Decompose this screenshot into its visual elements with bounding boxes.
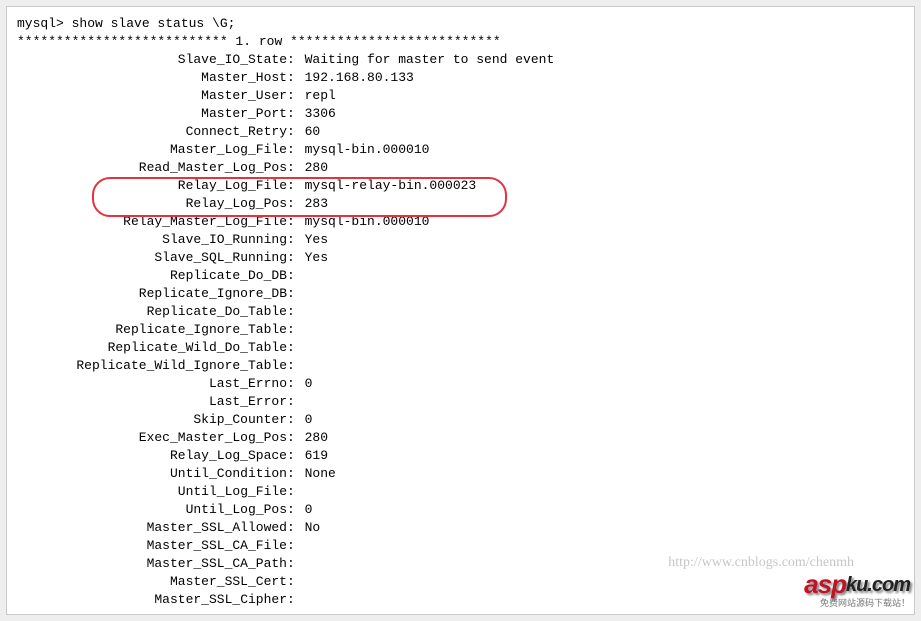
status-label: Read_Master_Log_Pos (17, 159, 287, 177)
status-value: 192.168.80.133 (303, 69, 414, 87)
status-row: Relay_Log_Space: 619 (17, 447, 904, 465)
status-row: Until_Log_File: (17, 483, 904, 501)
status-label: Until_Log_Pos (17, 501, 287, 519)
status-row: Master_SSL_Cert: (17, 573, 904, 591)
status-label: Master_SSL_Cipher (17, 591, 287, 609)
status-row: Last_Error: (17, 393, 904, 411)
status-label: Exec_Master_Log_Pos (17, 429, 287, 447)
status-label: Relay_Log_Space (17, 447, 287, 465)
status-label: Replicate_Ignore_Table (17, 321, 287, 339)
status-row: Slave_SQL_Running: Yes (17, 249, 904, 267)
status-value: mysql-bin.000010 (303, 213, 430, 231)
status-label: Master_Port (17, 105, 287, 123)
status-label: Replicate_Wild_Do_Table (17, 339, 287, 357)
status-value: 283 (303, 195, 328, 213)
status-value: No (303, 519, 321, 537)
status-row: Connect_Retry: 60 (17, 123, 904, 141)
status-label: Replicate_Wild_Ignore_Table (17, 357, 287, 375)
status-value: Waiting for master to send event (303, 51, 555, 69)
status-row: Replicate_Do_Table: (17, 303, 904, 321)
status-label: Relay_Log_Pos (17, 195, 287, 213)
status-value: 280 (303, 429, 328, 447)
status-row: Master_SSL_CA_File: (17, 537, 904, 555)
status-label: Slave_IO_Running (17, 231, 287, 249)
status-row: Master_Log_File: mysql-bin.000010 (17, 141, 904, 159)
status-label: Replicate_Do_Table (17, 303, 287, 321)
status-value: None (303, 465, 336, 483)
status-label: Last_Error (17, 393, 287, 411)
status-label: Master_SSL_CA_Path (17, 555, 287, 573)
status-value: 60 (303, 123, 321, 141)
status-row: Relay_Log_File: mysql-relay-bin.000023 (17, 177, 904, 195)
status-label: Skip_Counter (17, 411, 287, 429)
status-value: Yes (303, 249, 328, 267)
status-label: Slave_IO_State (17, 51, 287, 69)
status-label: Master_Log_File (17, 141, 287, 159)
status-label: Master_SSL_Cert (17, 573, 287, 591)
status-value: 3306 (303, 105, 336, 123)
status-row: Master_User: repl (17, 87, 904, 105)
status-value: 0 (303, 501, 313, 519)
row-header: *************************** 1. row *****… (17, 33, 904, 51)
status-label: Master_Host (17, 69, 287, 87)
status-row: Read_Master_Log_Pos: 280 (17, 159, 904, 177)
status-row: Slave_IO_Running: Yes (17, 231, 904, 249)
status-label: Relay_Master_Log_File (17, 213, 287, 231)
status-row: Slave_IO_State: Waiting for master to se… (17, 51, 904, 69)
terminal-window: mysql> show slave status \G; ***********… (6, 6, 915, 615)
status-value: 0 (303, 375, 313, 393)
status-label: Last_Errno (17, 375, 287, 393)
status-label: Connect_Retry (17, 123, 287, 141)
prompt-line: mysql> show slave status \G; (17, 15, 904, 33)
status-row: Master_SSL_CA_Path: (17, 555, 904, 573)
status-row: Master_SSL_Allowed: No (17, 519, 904, 537)
status-rows: Slave_IO_State: Waiting for master to se… (17, 51, 904, 609)
status-row: Last_Errno: 0 (17, 375, 904, 393)
status-row: Replicate_Wild_Do_Table: (17, 339, 904, 357)
status-row: Skip_Counter: 0 (17, 411, 904, 429)
status-row: Until_Log_Pos: 0 (17, 501, 904, 519)
status-row: Replicate_Do_DB: (17, 267, 904, 285)
status-value: 280 (303, 159, 328, 177)
status-label: Slave_SQL_Running (17, 249, 287, 267)
status-value: 0 (303, 411, 313, 429)
status-row: Exec_Master_Log_Pos: 280 (17, 429, 904, 447)
status-value: mysql-relay-bin.000023 (303, 177, 477, 195)
status-row: Replicate_Wild_Ignore_Table: (17, 357, 904, 375)
status-row: Replicate_Ignore_DB: (17, 285, 904, 303)
status-value: mysql-bin.000010 (303, 141, 430, 159)
status-value: repl (303, 87, 336, 105)
status-row: Master_Host: 192.168.80.133 (17, 69, 904, 87)
status-label: Until_Condition (17, 465, 287, 483)
status-value: Yes (303, 231, 328, 249)
status-label: Until_Log_File (17, 483, 287, 501)
status-label: Master_SSL_Allowed (17, 519, 287, 537)
status-row: Master_Port: 3306 (17, 105, 904, 123)
status-row: Relay_Log_Pos: 283 (17, 195, 904, 213)
status-label: Master_User (17, 87, 287, 105)
status-label: Replicate_Do_DB (17, 267, 287, 285)
status-row: Until_Condition: None (17, 465, 904, 483)
status-row: Relay_Master_Log_File: mysql-bin.000010 (17, 213, 904, 231)
status-value: 619 (303, 447, 328, 465)
status-label: Replicate_Ignore_DB (17, 285, 287, 303)
status-row: Replicate_Ignore_Table: (17, 321, 904, 339)
status-label: Master_SSL_CA_File (17, 537, 287, 555)
status-row: Master_SSL_Cipher: (17, 591, 904, 609)
status-label: Relay_Log_File (17, 177, 287, 195)
